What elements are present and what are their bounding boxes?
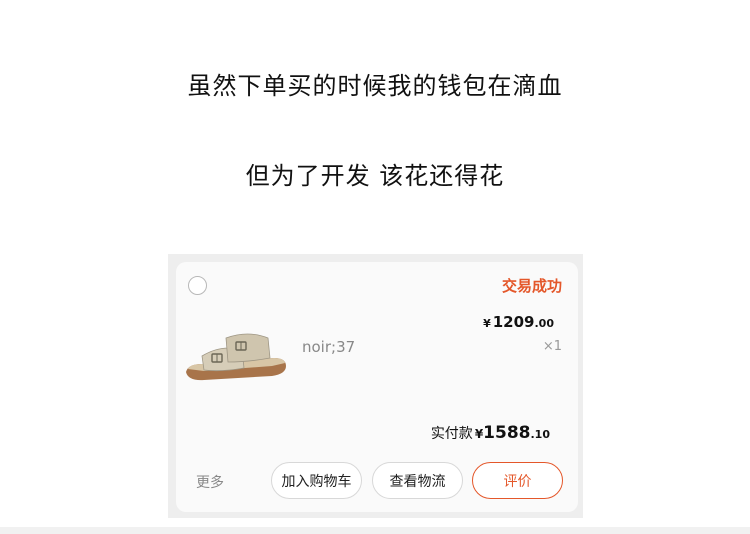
review-button[interactable]: 评价 <box>472 462 563 499</box>
sandal-product-image[interactable] <box>182 314 290 394</box>
paid-label: 实付款 <box>430 426 473 442</box>
price-currency: ¥ <box>483 317 491 330</box>
more-button[interactable]: 更多 <box>196 472 224 492</box>
bottom-divider <box>0 527 750 534</box>
price-decimal: .00 <box>534 317 555 330</box>
view-logistics-button[interactable]: 查看物流 <box>372 462 463 499</box>
price-integer: 1209 <box>492 313 535 331</box>
order-status: 交易成功 <box>501 277 562 295</box>
sku-text: noir;37 <box>302 338 356 356</box>
add-to-cart-button[interactable]: 加入购物车 <box>271 462 362 499</box>
order-card[interactable]: 交易成功 noir;37 ¥1209.00 ×1 实付款 ¥1588.10 更多 … <box>176 262 578 512</box>
paid-amount: 实付款 ¥1588.10 <box>431 423 550 443</box>
paid-currency: ¥ <box>474 427 484 441</box>
caption-line-2: 但为了开发 该花还得花 <box>245 162 505 190</box>
item-price: ¥1209.00 <box>483 313 554 331</box>
paid-decimal: .10 <box>530 428 551 441</box>
caption-line-1: 虽然下单买的时候我的钱包在滴血 <box>187 72 563 100</box>
paid-integer: 1588 <box>483 423 531 443</box>
item-quantity: ×1 <box>542 339 562 354</box>
select-radio[interactable] <box>188 276 207 295</box>
